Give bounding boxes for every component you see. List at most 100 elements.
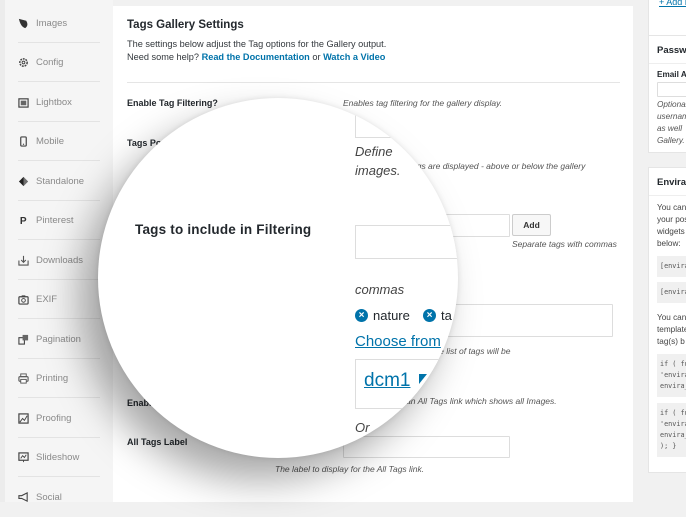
envira-text2-2: template xyxy=(657,325,686,334)
tag-chip-label: ta xyxy=(441,308,452,323)
magnified-or-text: Or xyxy=(355,420,370,435)
tab-label: Mobile xyxy=(36,135,64,147)
shortcode-2: [envira xyxy=(657,282,686,303)
standalone-icon xyxy=(18,176,29,187)
email-label: Email Address xyxy=(657,70,686,79)
mobile-icon xyxy=(18,135,29,147)
tag-chip-nature: × nature xyxy=(355,308,410,323)
tab-label: Downloads xyxy=(36,254,83,266)
magnified-images-text: images. xyxy=(355,163,401,178)
choose-from-link[interactable]: Choose from xyxy=(355,333,441,350)
tag-chip-ta: × ta xyxy=(423,308,452,323)
tab-mobile[interactable]: Mobile xyxy=(18,122,100,161)
tab-pagination[interactable]: Pagination xyxy=(18,320,100,359)
help-prefix: Need some help? xyxy=(127,52,200,62)
code-line: if ( fu xyxy=(660,409,686,417)
dcm1-tag-link[interactable]: dcm1 xyxy=(364,370,410,392)
tab-lightbox[interactable]: Lightbox xyxy=(18,83,100,122)
leaf-icon xyxy=(18,18,29,29)
magnified-commas-text: commas xyxy=(355,282,405,297)
tab-label: Printing xyxy=(36,372,69,384)
all-tags-label-help: The label to display for the All Tags li… xyxy=(275,464,425,474)
code-line: ); } xyxy=(660,442,677,450)
video-link[interactable]: Watch a Video xyxy=(323,52,385,62)
tab-exif[interactable]: EXIF xyxy=(18,280,100,319)
email-input[interactable] xyxy=(657,82,686,97)
svg-text:P: P xyxy=(20,216,27,226)
printer-icon xyxy=(18,372,29,384)
envira-text-3: widgets xyxy=(657,227,685,236)
tab-social[interactable]: Social xyxy=(18,478,100,517)
proofing-icon xyxy=(18,412,29,424)
password-help-2: username xyxy=(657,112,686,121)
code-line: if ( fu xyxy=(660,360,686,368)
tab-label: Slideshow xyxy=(36,451,80,463)
magnified-position-select[interactable] xyxy=(355,108,415,138)
password-box: Password Email Address Optional username… xyxy=(648,35,686,153)
envira-box-title: Envira Tags xyxy=(649,168,686,196)
tab-config[interactable]: Config xyxy=(18,43,100,82)
shortcode-1: [envira xyxy=(657,256,686,277)
settings-tabs-sidebar: Images Config Lightbox Mobile Standalone… xyxy=(0,0,114,503)
description-text: The settings below adjust the Tag option… xyxy=(127,39,387,49)
password-help-1: Optional xyxy=(657,100,686,109)
tab-label: Pagination xyxy=(36,333,81,345)
or-text: or xyxy=(312,52,321,62)
tab-standalone[interactable]: Standalone xyxy=(18,162,100,201)
panel-title: Tags Gallery Settings xyxy=(127,19,244,31)
envira-text2-1: You can xyxy=(657,313,686,322)
tab-label: Standalone xyxy=(36,175,85,187)
password-help-4: Gallery. xyxy=(657,136,685,145)
tab-proofing[interactable]: Proofing xyxy=(18,399,100,438)
envira-text-1: You can xyxy=(657,203,686,212)
envira-text-2: your post xyxy=(657,215,686,224)
add-tag-button[interactable]: Add xyxy=(512,214,551,236)
envira-tags-box: Envira Tags You can your post widgets be… xyxy=(648,167,686,473)
tab-label: Proofing xyxy=(36,412,72,424)
password-box-title: Password xyxy=(649,36,686,64)
divider xyxy=(127,82,620,83)
tab-label: Images xyxy=(36,17,68,29)
magnified-content: Tags to include in Filtering Define imag… xyxy=(98,98,458,458)
right-sidebar: + Add Ne Password Email Address Optional… xyxy=(633,0,686,502)
code-line: 'envira xyxy=(660,371,686,379)
documentation-link[interactable]: Read the Documentation xyxy=(202,52,310,62)
envira-text-4: below: xyxy=(657,239,681,248)
magnified-tag-input[interactable] xyxy=(355,225,458,259)
remove-tag-icon[interactable]: × xyxy=(355,309,368,322)
lightbox-icon xyxy=(18,97,29,108)
flag-icon xyxy=(419,374,427,384)
tab-label: Pinterest xyxy=(36,214,74,226)
tab-images[interactable]: Images xyxy=(18,4,100,43)
tab-printing[interactable]: Printing xyxy=(18,359,100,398)
envira-text2-3: tag(s) b xyxy=(657,337,685,346)
password-help-3: as well xyxy=(657,124,683,133)
magnified-define-text: Define xyxy=(355,144,393,159)
gear-icon xyxy=(18,57,29,68)
magnifier-lens: Tags to include in Filtering Define imag… xyxy=(98,98,458,458)
slideshow-icon xyxy=(18,451,29,463)
download-icon xyxy=(18,255,29,266)
code-block-2: if ( fu 'envira envira_ ); } xyxy=(657,403,686,457)
code-line: 'envira xyxy=(660,420,686,428)
magnified-tags-include-label: Tags to include in Filtering xyxy=(135,222,312,237)
tab-label: Social xyxy=(36,492,62,503)
sidebar-edge xyxy=(0,0,5,502)
tab-slideshow[interactable]: Slideshow xyxy=(18,438,100,477)
code-line: envira_ xyxy=(660,431,686,439)
add-new-link[interactable]: + Add Ne xyxy=(659,0,686,7)
pinterest-icon: P xyxy=(18,215,29,226)
remove-tag-icon[interactable]: × xyxy=(423,309,436,322)
megaphone-icon xyxy=(18,492,29,503)
code-line: envira_ xyxy=(660,382,686,390)
tab-label: Lightbox xyxy=(36,96,72,108)
tab-downloads[interactable]: Downloads xyxy=(18,241,100,280)
tag-chip-label: nature xyxy=(373,308,410,323)
code-block-1: if ( fu 'envira envira_ xyxy=(657,354,686,397)
tags-include-help: Separate tags with commas xyxy=(512,239,617,249)
tab-pinterest[interactable]: P Pinterest xyxy=(18,201,100,240)
pagination-icon xyxy=(18,334,29,345)
tab-label: Config xyxy=(36,56,64,68)
camera-icon xyxy=(18,294,29,305)
panel-description: The settings below adjust the Tag option… xyxy=(127,38,386,64)
